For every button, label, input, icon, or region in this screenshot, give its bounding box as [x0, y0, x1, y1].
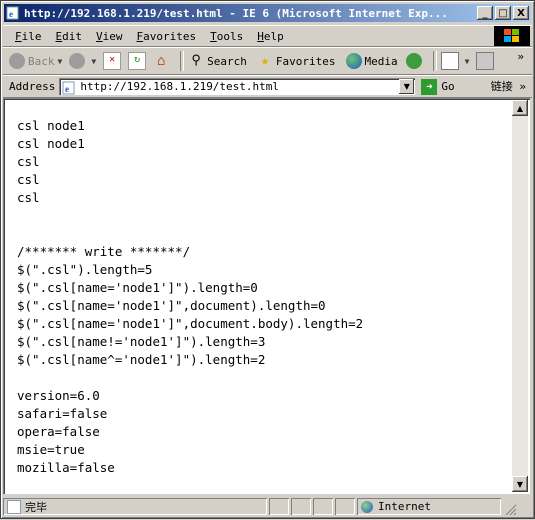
forward-button[interactable]: ▼ — [69, 53, 99, 69]
page-line: version=6.0 — [17, 388, 100, 403]
page-line: opera=false — [17, 424, 100, 439]
page-line: $(".csl[name^='node1']").length=2 — [17, 352, 266, 367]
svg-text:e: e — [9, 9, 13, 19]
scroll-up-icon[interactable]: ▲ — [512, 100, 528, 116]
go-button[interactable]: ➜ Go — [421, 78, 455, 95]
status-main: 完毕 — [3, 498, 267, 515]
back-icon — [9, 53, 25, 69]
page-line: csl — [17, 190, 40, 205]
toolbar-separator — [180, 51, 185, 71]
back-button[interactable]: Back ▼ — [9, 53, 65, 69]
menu-view[interactable]: View — [89, 30, 130, 43]
page-line: $(".csl[name='node1']",document.body).le… — [17, 316, 364, 331]
go-icon: ➜ — [421, 78, 438, 95]
links-button[interactable]: 链接 » — [491, 78, 526, 94]
status-cell — [313, 498, 333, 515]
page-line: /******* write *******/ — [17, 244, 191, 259]
media-button[interactable]: Media — [345, 53, 398, 69]
search-button[interactable]: ⚲ Search — [188, 53, 247, 69]
status-bar: 完毕 Internet — [3, 497, 532, 516]
page-text: csl node1 csl node1 csl csl csl /******* wri… — [17, 117, 507, 477]
favorites-button[interactable]: ★ Favorites — [257, 53, 336, 69]
status-cell — [335, 498, 355, 515]
page-line: $(".csl[name='node1']").length=0 — [17, 280, 258, 295]
address-input[interactable]: e http://192.168.1.219/test.html ▼ — [59, 78, 416, 95]
toolbar-chevron[interactable]: » — [517, 50, 524, 63]
close-icon[interactable]: X — [513, 6, 529, 20]
search-icon: ⚲ — [191, 53, 201, 68]
status-cell — [291, 498, 311, 515]
resize-grip-icon[interactable] — [505, 501, 517, 515]
windows-logo-icon — [494, 26, 530, 46]
page-line — [17, 207, 507, 225]
browser-window: e http://192.168.1.219/test.html - IE 6 … — [0, 0, 535, 519]
standard-toolbar: Back ▼ ▼ ✕ ↻ ⌂ ⚲ Search ★ Favorites Medi… — [3, 47, 532, 75]
print-button[interactable] — [476, 52, 497, 70]
stop-button[interactable]: ✕ — [103, 52, 124, 70]
page-line: $(".csl[name='node1']",document).length=… — [17, 298, 326, 313]
minimize-icon[interactable]: _ — [477, 6, 493, 20]
menu-bar: File Edit View Favorites Tools Help — [3, 25, 532, 47]
ie-page-icon — [7, 499, 21, 514]
menu-edit[interactable]: Edit — [49, 30, 90, 43]
address-bar: Address e http://192.168.1.219/test.html… — [3, 75, 532, 98]
home-button[interactable]: ⌂ — [153, 53, 172, 69]
mail-icon — [440, 52, 459, 70]
toolbar-separator — [432, 51, 437, 71]
page-line: $(".csl[name!='node1']").length=3 — [17, 334, 266, 349]
favorites-icon: ★ — [260, 53, 270, 69]
back-label: Back — [28, 54, 55, 68]
menu-favorites[interactable]: Favorites — [130, 30, 204, 43]
favorites-label: Favorites — [275, 54, 336, 68]
ie-page-icon: e — [6, 6, 20, 20]
page-line: csl — [17, 154, 40, 169]
page-line: mozilla=false — [17, 460, 115, 475]
history-button[interactable] — [405, 53, 425, 69]
chevron-down-icon[interactable]: ▼ — [399, 79, 415, 94]
menu-tools[interactable]: Tools — [203, 30, 250, 43]
maximize-icon[interactable]: □ — [495, 6, 511, 20]
page-line: $(".csl").length=5 — [17, 262, 153, 277]
refresh-icon: ↻ — [128, 52, 147, 70]
scroll-down-icon[interactable]: ▼ — [512, 476, 528, 492]
status-text: 完毕 — [25, 500, 47, 514]
chevron-down-icon[interactable]: ▼ — [91, 57, 96, 66]
media-label: Media — [364, 54, 398, 68]
page-content[interactable]: csl node1 csl node1 csl csl csl /******* wri… — [3, 98, 530, 494]
media-icon — [345, 53, 362, 69]
window-title: http://192.168.1.219/test.html - IE 6 (M… — [24, 6, 448, 20]
print-icon — [476, 52, 495, 70]
title-bar[interactable]: e http://192.168.1.219/test.html - IE 6 … — [4, 4, 531, 22]
page-line: safari=false — [17, 406, 108, 421]
page-line — [17, 225, 507, 243]
go-label: Go — [441, 80, 455, 93]
menu-file[interactable]: File — [3, 30, 49, 43]
vertical-scrollbar[interactable]: ▲ ▼ — [512, 100, 528, 492]
chevron-down-icon[interactable]: ▼ — [58, 57, 63, 66]
page-line — [17, 369, 507, 387]
globe-icon — [361, 500, 373, 513]
address-url: http://192.168.1.219/test.html — [80, 80, 280, 93]
page-line: csl — [17, 172, 40, 187]
menu-help[interactable]: Help — [250, 30, 291, 43]
zone-label: Internet — [378, 500, 431, 513]
ie-page-icon: e — [62, 80, 76, 94]
page-line: csl node1 — [17, 118, 85, 133]
forward-icon — [69, 53, 86, 69]
home-icon: ⌂ — [156, 53, 166, 69]
svg-text:e: e — [65, 84, 69, 94]
search-label: Search — [207, 54, 247, 68]
chevron-down-icon[interactable]: ▼ — [465, 57, 470, 66]
status-cell — [269, 498, 289, 515]
page-line: csl node1 — [17, 136, 85, 151]
mail-button[interactable]: ▼ — [440, 52, 473, 70]
history-icon — [405, 53, 422, 69]
status-zone: Internet — [357, 498, 501, 515]
address-label: Address — [9, 80, 56, 93]
refresh-button[interactable]: ↻ — [128, 52, 149, 70]
page-line: msie=true — [17, 442, 85, 457]
stop-icon: ✕ — [103, 52, 122, 70]
